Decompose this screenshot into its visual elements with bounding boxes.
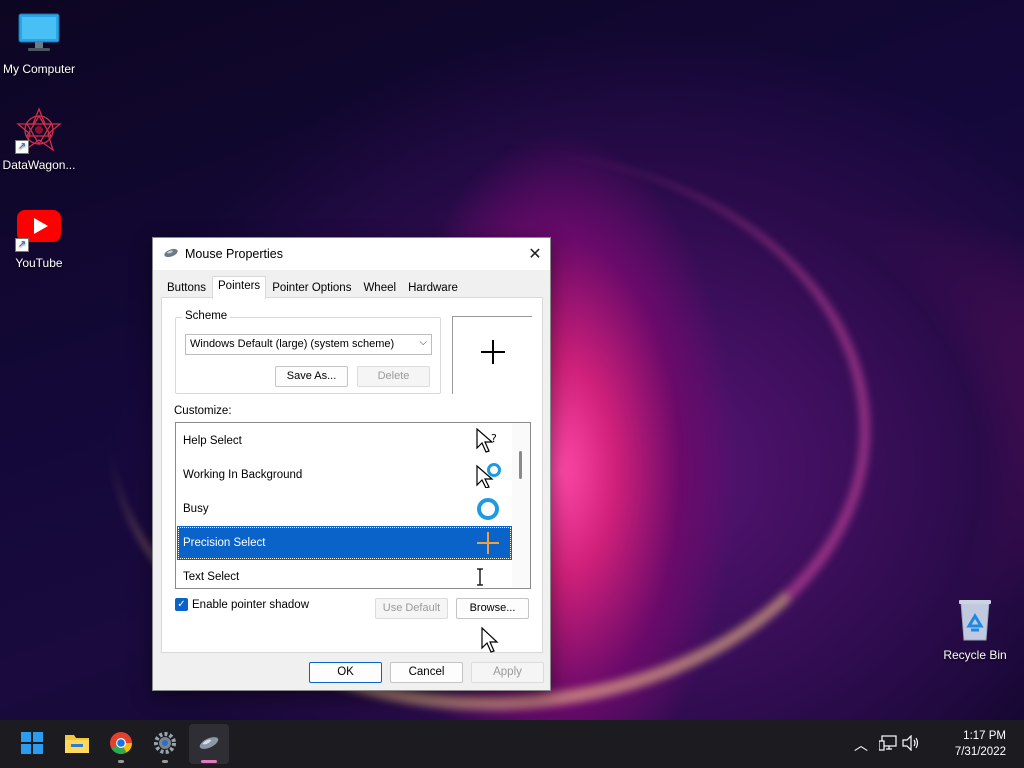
system-tray: ︿ 1:17 PM 7/31/2022: [844, 720, 1024, 768]
desktop-icon-datawagon[interactable]: ↗ DataWagon...: [0, 106, 81, 172]
network-icon[interactable]: [878, 735, 897, 754]
tab-pointers[interactable]: Pointers: [212, 276, 267, 299]
tab-pointer-options[interactable]: Pointer Options: [266, 278, 357, 299]
chevron-up-icon[interactable]: ︿: [854, 735, 868, 755]
chrome-icon: [109, 731, 133, 758]
recycle-bin-icon: [951, 596, 999, 644]
file-explorer-button[interactable]: [57, 724, 97, 764]
cursor-list[interactable]: Help Select ? Working In Background Busy…: [175, 422, 531, 589]
desktop-icon-label: Recycle Bin: [943, 648, 1007, 662]
clock[interactable]: 1:17 PM 7/31/2022: [926, 728, 1006, 760]
pointer-shadow-label: Enable pointer shadow: [192, 598, 309, 611]
crosshair-preview-icon: [479, 336, 507, 375]
chevron-down-icon: ⌵: [419, 337, 427, 348]
monitor-icon: [15, 10, 63, 58]
dialog-titlebar[interactable]: Mouse Properties ✕: [153, 238, 550, 270]
desktop-icon-label: DataWagon...: [2, 158, 76, 172]
mouse-properties-icon: [197, 735, 221, 754]
svg-text:?: ?: [491, 432, 497, 445]
scheme-select[interactable]: Windows Default (large) (system scheme) …: [185, 334, 432, 355]
working-background-cursor-icon: [474, 462, 502, 488]
cursor-name: Precision Select: [183, 537, 266, 549]
running-indicator: [162, 760, 168, 763]
datawagon-logo-icon: ↗: [15, 106, 63, 154]
shortcut-arrow-icon: ↗: [15, 140, 29, 154]
tab-buttons[interactable]: Buttons: [161, 278, 212, 299]
clock-date: 7/31/2022: [954, 746, 1006, 758]
list-item[interactable]: Help Select ?: [177, 424, 512, 458]
mouse-pointer-icon: [481, 626, 499, 656]
scheme-legend: Scheme: [182, 310, 231, 322]
active-indicator: [201, 760, 217, 763]
mouse-app-icon: [163, 247, 179, 262]
help-select-cursor-icon: ?: [474, 428, 502, 454]
customize-label: Customize:: [174, 405, 232, 417]
desktop-icon-label: My Computer: [2, 62, 76, 76]
desktop-icon-label: YouTube: [15, 256, 63, 270]
youtube-icon: ↗: [15, 204, 63, 252]
pointers-panel: Scheme Windows Default (large) (system s…: [161, 297, 543, 653]
mouse-properties-taskbar-button[interactable]: [189, 724, 229, 764]
start-icon: [21, 731, 43, 757]
close-button[interactable]: ✕: [520, 239, 550, 269]
cursor-name: Text Select: [183, 571, 240, 583]
ok-button[interactable]: OK: [309, 662, 382, 683]
clock-time: 1:17 PM: [963, 730, 1006, 742]
list-item[interactable]: Busy: [177, 492, 512, 526]
browse-button[interactable]: Browse...: [456, 598, 529, 619]
desktop-icon-my-computer[interactable]: My Computer: [0, 10, 81, 76]
tab-strip: Buttons Pointers Pointer Options Wheel H…: [161, 276, 464, 299]
start-button[interactable]: [12, 724, 52, 764]
mouse-properties-dialog: Mouse Properties ✕ Buttons Pointers Poin…: [152, 237, 551, 691]
pointer-shadow-checkbox[interactable]: ✓: [175, 598, 188, 611]
tab-hardware[interactable]: Hardware: [402, 278, 464, 299]
list-item-selected[interactable]: Precision Select: [177, 526, 512, 560]
taskbar: ︿ 1:17 PM 7/31/2022: [0, 720, 1024, 768]
list-scrollbar[interactable]: [512, 423, 530, 588]
checkmark-icon: ✓: [177, 599, 186, 610]
precision-select-cursor-icon: [474, 530, 502, 556]
dialog-title: Mouse Properties: [185, 247, 283, 261]
tab-wheel[interactable]: Wheel: [357, 278, 402, 299]
desktop-icon-recycle-bin[interactable]: Recycle Bin: [933, 596, 1017, 662]
scheme-selected-value: Windows Default (large) (system scheme): [190, 338, 395, 350]
running-indicator: [118, 760, 124, 763]
shortcut-arrow-icon: ↗: [15, 238, 29, 252]
apply-button[interactable]: Apply: [471, 662, 544, 683]
pointer-shadow-option[interactable]: ✓ Enable pointer shadow: [175, 598, 309, 611]
scheme-group: Scheme Windows Default (large) (system s…: [175, 310, 441, 394]
file-explorer-icon: [64, 732, 90, 757]
text-select-cursor-icon: [466, 564, 494, 588]
scrollbar-thumb[interactable]: [519, 451, 522, 479]
cursor-name: Help Select: [183, 435, 242, 447]
busy-cursor-icon: [474, 496, 502, 522]
save-as-button[interactable]: Save As...: [275, 366, 348, 387]
delete-button[interactable]: Delete: [357, 366, 430, 387]
volume-icon[interactable]: [902, 734, 920, 754]
settings-icon: [153, 731, 177, 758]
cursor-name: Busy: [183, 503, 209, 515]
list-item[interactable]: Working In Background: [177, 458, 512, 492]
chrome-button[interactable]: [101, 724, 141, 764]
list-item[interactable]: Text Select: [177, 560, 512, 588]
cancel-button[interactable]: Cancel: [390, 662, 463, 683]
close-icon: ✕: [528, 246, 542, 263]
use-default-button[interactable]: Use Default: [375, 598, 448, 619]
cursor-preview: [452, 316, 532, 394]
cursor-name: Working In Background: [183, 469, 303, 481]
settings-button[interactable]: [145, 724, 185, 764]
desktop-icon-youtube[interactable]: ↗ YouTube: [0, 204, 81, 270]
